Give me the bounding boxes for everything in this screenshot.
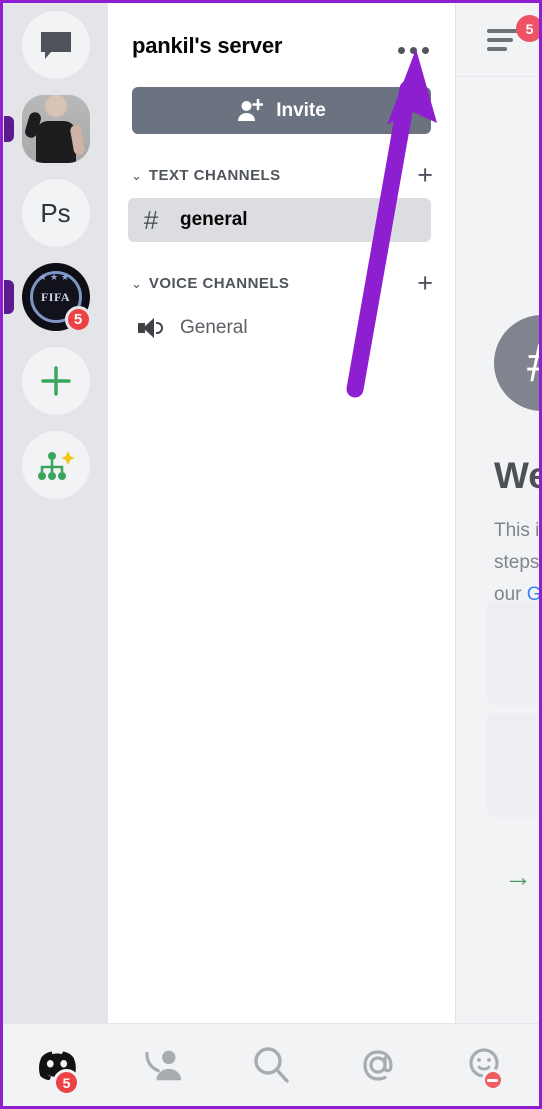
invite-button[interactable]: Invite (132, 87, 431, 134)
nav-friends[interactable] (110, 1024, 217, 1106)
more-dot-icon (397, 46, 405, 54)
nav-home[interactable]: 5 (3, 1024, 110, 1106)
crest-stars-icon: ★★★ (38, 272, 73, 282)
plus-icon (40, 366, 71, 396)
chevron-down-icon: ⌄ (131, 167, 142, 183)
chat-screen-peek[interactable]: 5 # We This i steps our G → (455, 3, 539, 1029)
server-options-more-button[interactable] (393, 25, 433, 65)
peek-topbar: 5 (456, 3, 539, 77)
speaker-icon (138, 317, 164, 339)
peek-menu-badge: 5 (516, 15, 539, 42)
status-badge-dnd (481, 1069, 504, 1091)
category-label: VOICE CHANNELS (148, 275, 290, 292)
dm-avatar (21, 11, 90, 79)
welcome-heading: We (494, 455, 539, 496)
screenshot-frame: Ps ★★★ FIFA 5 pankil's server Invite ⌄ T… (0, 0, 542, 1109)
server-avatar-ps: Ps (21, 179, 90, 247)
server-rail-item-fifa[interactable]: ★★★ FIFA 5 (3, 263, 92, 333)
crest-label: FIFA (40, 289, 71, 304)
server-rail-item-ps[interactable]: Ps (21, 179, 90, 247)
add-voice-channel-button[interactable]: + (417, 270, 433, 297)
welcome-body-text: This i steps our G (494, 515, 539, 611)
server-unread-badge: 5 (64, 306, 92, 333)
category-voice-channels[interactable]: ⌄ VOICE CHANNELS + (131, 270, 433, 297)
app-body: Ps ★★★ FIFA 5 pankil's server Invite ⌄ T… (3, 3, 539, 1029)
friends-icon (144, 1050, 181, 1081)
server-unread-pill (3, 280, 14, 314)
explore-servers-icon (37, 451, 75, 480)
server-rail-item-add-server[interactable] (21, 347, 90, 415)
channel-list-panel: pankil's server Invite ⌄ TEXT CHANNELS +… (108, 3, 455, 1029)
nav-profile[interactable] (432, 1024, 539, 1106)
onboarding-card[interactable] (486, 601, 539, 705)
welcome-body-line: steps (494, 552, 539, 573)
more-dot-icon (409, 46, 417, 54)
nav-mentions[interactable] (325, 1024, 432, 1106)
server-name-title: pankil's server (132, 33, 283, 58)
category-label: TEXT CHANNELS (148, 167, 281, 184)
server-rail-item-photo[interactable] (3, 95, 90, 163)
server-avatar-ps-label: Ps (40, 197, 71, 228)
hash-icon: # (143, 205, 159, 235)
bottom-navigation-bar[interactable]: 5 (3, 1023, 539, 1106)
server-rail[interactable]: Ps ★★★ FIFA 5 (3, 3, 108, 1029)
channel-name: General (180, 317, 248, 338)
search-icon (254, 1047, 289, 1083)
channel-avatar-hash: # (494, 315, 539, 411)
server-unread-pill (3, 116, 14, 142)
mention-icon (363, 1050, 393, 1081)
chat-bubble-icon (40, 32, 71, 59)
more-dot-icon (421, 46, 429, 54)
panel-header: pankil's server (108, 3, 455, 65)
channel-name: general (180, 209, 248, 230)
channel-item-general-text[interactable]: # general (128, 198, 431, 242)
channel-item-general-voice[interactable]: General (128, 306, 431, 350)
explore-avatar (21, 431, 90, 499)
arrow-right-icon[interactable]: → (504, 861, 532, 893)
category-text-channels[interactable]: ⌄ TEXT CHANNELS + (131, 162, 433, 189)
server-rail-item-direct-messages[interactable] (21, 11, 90, 79)
invite-button-label: Invite (276, 99, 326, 121)
server-rail-item-explore[interactable] (21, 431, 90, 499)
server-avatar-photo (21, 95, 90, 163)
onboarding-card[interactable] (486, 713, 539, 817)
chevron-down-icon: ⌄ (131, 275, 142, 291)
person-add-icon (238, 98, 264, 121)
nav-search[interactable] (217, 1024, 324, 1106)
add-text-channel-button[interactable]: + (417, 162, 433, 189)
add-server-avatar (21, 347, 90, 415)
nav-home-badge: 5 (53, 1069, 80, 1096)
welcome-body-line: This i (494, 520, 539, 541)
